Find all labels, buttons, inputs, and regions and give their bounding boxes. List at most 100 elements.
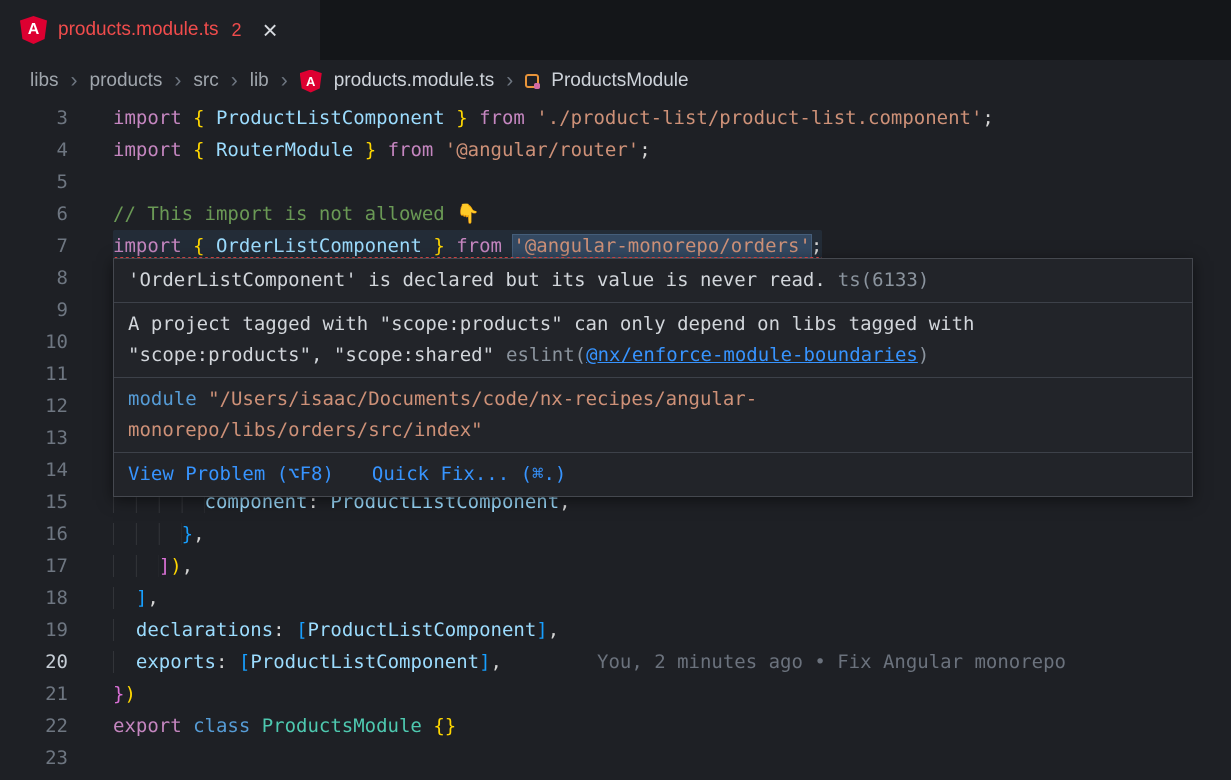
token-b1: } bbox=[353, 139, 387, 161]
token-pun: ; bbox=[982, 107, 993, 129]
view-problem-action[interactable]: View Problem (⌥F8) bbox=[128, 459, 334, 490]
line-number: 12 bbox=[0, 390, 68, 422]
token-b1: ) bbox=[124, 683, 135, 705]
code-line-16[interactable]: 16 }, bbox=[0, 518, 1231, 550]
code-content[interactable]: import { RouterModule } from '@angular/r… bbox=[68, 134, 651, 166]
token-b3: ] bbox=[136, 587, 147, 609]
token-strhl: '@angular-monorepo/orders' bbox=[513, 235, 810, 257]
hover-popup: 'OrderListComponent' is declared but its… bbox=[113, 258, 1193, 497]
token-prop: exports bbox=[136, 651, 216, 673]
code-line-17[interactable]: 17 ]), bbox=[0, 550, 1231, 582]
code-content[interactable] bbox=[68, 390, 113, 422]
code-line-22[interactable]: 22export class ProductsModule {} bbox=[0, 710, 1231, 742]
breadcrumb-item-lib[interactable]: lib bbox=[250, 70, 269, 92]
code-content[interactable] bbox=[68, 294, 113, 326]
breadcrumb-item-products[interactable]: products bbox=[90, 70, 163, 92]
token-b3: ] bbox=[536, 619, 547, 641]
code-content[interactable] bbox=[68, 262, 113, 294]
hover-eslint-diagnostic: A project tagged with "scope:products" c… bbox=[114, 303, 1192, 377]
token-comp: ProductListComponent bbox=[250, 651, 479, 673]
line-number: 8 bbox=[0, 262, 68, 294]
code-content[interactable] bbox=[68, 422, 113, 454]
code-content[interactable] bbox=[68, 166, 113, 198]
code-content[interactable] bbox=[68, 358, 113, 390]
eslint-message-line1: A project tagged with "scope:products" c… bbox=[128, 309, 1178, 340]
breadcrumb-item-libs[interactable]: libs bbox=[30, 70, 59, 92]
code-content[interactable]: ], bbox=[68, 582, 159, 614]
token-b1: } bbox=[422, 235, 456, 257]
line-number: 9 bbox=[0, 294, 68, 326]
close-icon[interactable]: × bbox=[263, 17, 278, 43]
token-kw: export bbox=[113, 715, 193, 737]
token-group: // This import is not allowed 👇 bbox=[113, 198, 480, 230]
token-b1: { bbox=[193, 139, 216, 161]
code-content[interactable]: export class ProductsModule {} bbox=[68, 710, 456, 742]
token-pun bbox=[422, 715, 433, 737]
token-kw: from bbox=[456, 235, 513, 257]
class-symbol-icon bbox=[525, 74, 539, 88]
line-number: 21 bbox=[0, 678, 68, 710]
quick-fix-action[interactable]: Quick Fix... (⌘.) bbox=[372, 459, 566, 490]
token-group: ]), bbox=[113, 550, 193, 582]
code-line-20[interactable]: 20 exports: [ProductListComponent],You, … bbox=[0, 646, 1231, 678]
token-str: './product-list/product-list.component' bbox=[536, 107, 982, 129]
line-number: 13 bbox=[0, 422, 68, 454]
line-number: 14 bbox=[0, 454, 68, 486]
code-content[interactable]: declarations: [ProductListComponent], bbox=[68, 614, 559, 646]
hover-actions: View Problem (⌥F8) Quick Fix... (⌘.) bbox=[114, 453, 1192, 496]
code-content[interactable]: exports: [ProductListComponent],You, 2 m… bbox=[68, 646, 1066, 678]
token-pun: , bbox=[193, 523, 204, 545]
code-line-6[interactable]: 6// This import is not allowed 👇 bbox=[0, 198, 1231, 230]
line-number: 5 bbox=[0, 166, 68, 198]
module-sep bbox=[197, 388, 208, 410]
code-line-5[interactable]: 5 bbox=[0, 166, 1231, 198]
code-content[interactable]: }) bbox=[68, 678, 136, 710]
code-line-18[interactable]: 18 ], bbox=[0, 582, 1231, 614]
token-pun: , bbox=[548, 619, 559, 641]
token-kw: import bbox=[113, 235, 193, 257]
token-group: }) bbox=[113, 678, 136, 710]
token-b3: [ bbox=[296, 619, 307, 641]
git-blame-annotation: You, 2 minutes ago • Fix Angular monorep… bbox=[597, 651, 1066, 673]
breadcrumb-item-symbol[interactable]: ProductsModule bbox=[551, 70, 688, 92]
code-content[interactable]: }, bbox=[68, 518, 205, 550]
eslint-message-line2: "scope:products", "scope:shared" bbox=[128, 344, 494, 366]
token-ws bbox=[113, 619, 136, 641]
code-line-19[interactable]: 19 declarations: [ProductListComponent], bbox=[0, 614, 1231, 646]
token-cls: ProductsModule bbox=[262, 715, 422, 737]
tab-products-module[interactable]: A products.module.ts 2 × bbox=[0, 0, 320, 60]
chevron-right-icon: › bbox=[174, 69, 181, 93]
code-content[interactable] bbox=[68, 454, 113, 486]
token-kw: import bbox=[113, 107, 193, 129]
token-pun: : bbox=[216, 651, 239, 673]
token-kw2: class bbox=[193, 715, 262, 737]
token-emoji: 👇 bbox=[456, 203, 480, 225]
code-content[interactable]: import { ProductListComponent } from './… bbox=[68, 102, 994, 134]
code-line-21[interactable]: 21}) bbox=[0, 678, 1231, 710]
chevron-right-icon: › bbox=[71, 69, 78, 93]
line-number: 22 bbox=[0, 710, 68, 742]
code-content[interactable]: ]), bbox=[68, 550, 193, 582]
token-pun: ; bbox=[639, 139, 650, 161]
line-number: 10 bbox=[0, 326, 68, 358]
token-group: ], bbox=[113, 582, 159, 614]
module-path-line1: "/Users/isaac/Documents/code/nx-recipes/… bbox=[208, 388, 757, 410]
line-number: 17 bbox=[0, 550, 68, 582]
code-line-3[interactable]: 3import { ProductListComponent } from '.… bbox=[0, 102, 1231, 134]
code-content[interactable] bbox=[68, 742, 113, 774]
token-kw: import bbox=[113, 139, 193, 161]
line-number: 20 bbox=[0, 646, 68, 678]
editor[interactable]: 3import { ProductListComponent } from '.… bbox=[0, 102, 1231, 780]
breadcrumb-item-src[interactable]: src bbox=[193, 70, 218, 92]
code-line-23[interactable]: 23 bbox=[0, 742, 1231, 774]
eslint-source-suffix: ) bbox=[918, 344, 929, 366]
breadcrumb-item-file[interactable]: products.module.ts bbox=[334, 70, 495, 92]
token-kw: from bbox=[479, 107, 536, 129]
token-ws bbox=[113, 651, 136, 673]
eslint-rule-link[interactable]: @nx/enforce-module-boundaries bbox=[586, 344, 918, 366]
code-line-4[interactable]: 4import { RouterModule } from '@angular/… bbox=[0, 134, 1231, 166]
tab-filename: products.module.ts bbox=[58, 19, 219, 41]
line-number: 4 bbox=[0, 134, 68, 166]
code-content[interactable] bbox=[68, 326, 113, 358]
code-content[interactable]: // This import is not allowed 👇 bbox=[68, 198, 480, 230]
